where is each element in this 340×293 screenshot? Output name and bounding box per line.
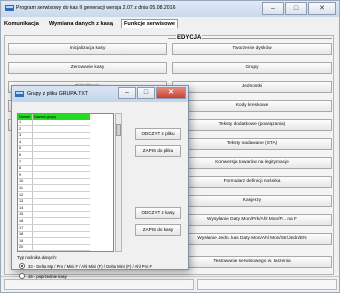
scrollbar-thumb[interactable]	[116, 124, 121, 136]
maximize-button[interactable]: □	[285, 2, 307, 15]
close-button[interactable]: ✕	[308, 2, 336, 15]
table-row[interactable]: 1	[18, 120, 90, 126]
row-number: 5	[19, 146, 22, 151]
table-row[interactable]: 19	[18, 239, 90, 245]
dialog-close-button[interactable]: ✕	[156, 87, 186, 99]
menu-wymiana-danych[interactable]: Wymiana danych z kasą	[49, 21, 113, 27]
row-number: 2	[19, 126, 22, 131]
zerowanie-button[interactable]: Zerowanie kasy	[8, 62, 167, 74]
status-cell-2	[197, 279, 337, 290]
table-row[interactable]: 3	[18, 133, 90, 140]
table-row[interactable]: 13	[18, 199, 90, 206]
menu-komunikacja[interactable]: Komunikacja	[4, 21, 39, 27]
kasjerzy-button[interactable]: Kasjerzy	[172, 195, 332, 207]
table-row[interactable]: 14	[18, 206, 90, 212]
table-row[interactable]: 9	[18, 173, 90, 179]
zapis-do-kasy-button[interactable]: ZAPIS do kasy	[135, 224, 181, 236]
zapis-do-pliku-button[interactable]: ZAPIS do pliku	[135, 145, 181, 157]
row-number: 3	[19, 133, 22, 138]
testowanie-button[interactable]: Testowanie serwisowego w. tarzenia	[172, 256, 332, 268]
minimize-button[interactable]: –	[262, 2, 284, 15]
status-cell-1	[4, 279, 194, 290]
table-row[interactable]: 7	[18, 160, 90, 166]
row-number: 11	[19, 186, 23, 190]
row-number: 17	[19, 225, 24, 230]
row-number: 15	[19, 212, 24, 217]
row-number: 16	[19, 219, 24, 223]
table-row[interactable]: 5	[18, 146, 90, 153]
row-number: 12	[19, 192, 24, 197]
table-row[interactable]: 18	[18, 232, 90, 239]
table-row[interactable]: 2	[18, 127, 90, 133]
teksty-nadawane-button[interactable]: Teksty nadawane (STA)	[172, 138, 332, 150]
formularz-button[interactable]: Formularz definicji nośnika	[172, 176, 332, 188]
wyslanie-jedn-button[interactable]: Wysłanie Jedn. kas Daty Mon/Ahl Mon/Str/…	[172, 233, 332, 245]
row-number: 18	[19, 232, 24, 237]
dialog-app-icon	[15, 91, 24, 97]
row-number: 10	[19, 179, 24, 184]
row-number: 6	[19, 153, 22, 157]
dialog-minimize-button[interactable]: –	[118, 87, 136, 99]
dialog-maximize-button[interactable]: □	[137, 87, 155, 99]
table-row[interactable]: 8	[18, 166, 90, 173]
row-number: 20	[19, 245, 24, 250]
type-33-label: 33 - Delta Mp / Pro / Mini F / Ahl Mini …	[28, 264, 153, 269]
row-number: 19	[19, 238, 24, 243]
table-row[interactable]: 11	[18, 186, 90, 192]
row-number: 8	[19, 166, 22, 171]
table-row[interactable]: 10	[18, 179, 90, 186]
row-number: 9	[19, 172, 22, 177]
table-row[interactable]: 15	[18, 212, 90, 219]
window-title: Program serwisowy do kas II generacji we…	[16, 5, 176, 11]
row-number: 13	[19, 199, 24, 204]
type-label: Typ nośnika danych:	[17, 255, 58, 260]
type-16-radio[interactable]	[19, 273, 25, 279]
table-row[interactable]: 6	[18, 153, 90, 159]
row-number: 7	[19, 159, 22, 164]
row-number: 4	[19, 139, 22, 144]
wysylanie-daty-button[interactable]: Wysyłanie Daty Mon/Prk/Ahl Mon/P... na F	[172, 214, 332, 226]
groupbox-title: EDYCJA	[176, 35, 203, 41]
row-number: 14	[19, 205, 24, 210]
row-number: 1	[19, 120, 22, 124]
app-icon	[5, 5, 14, 11]
table-row[interactable]: 16	[18, 219, 90, 225]
inicjalizacja-button[interactable]: Inicjalizacja kasy	[8, 43, 167, 55]
tworzenie-dyskow-button[interactable]: Tworzenie dysków	[172, 43, 332, 55]
type-33-radio[interactable]	[19, 263, 25, 269]
grupy-button[interactable]: Grupy	[172, 62, 332, 74]
table-row[interactable]: 4	[18, 140, 90, 146]
konwersja-button[interactable]: Konwersja towarów na legitymacje	[172, 157, 332, 169]
table-row[interactable]: 17	[18, 226, 90, 232]
kody-kreskowe-button[interactable]: Kody kreskowe	[172, 100, 332, 112]
odczyt-z-kasy-button[interactable]: ODCZYT z kasy	[135, 207, 181, 219]
jednostki-button[interactable]: Jednostki	[172, 81, 332, 93]
table-row[interactable]: 12	[18, 193, 90, 199]
teksty-dodatkowe-button[interactable]: Teksty dodatkowe (powiązania)	[172, 119, 332, 131]
odczyt-z-pliku-button[interactable]: ODCZYT z pliku	[135, 128, 181, 140]
dialog-title: Grupy z pliku GRUPA.TXT	[27, 91, 89, 97]
table-row[interactable]: 20	[18, 245, 90, 252]
menu-funkcje-serwisowe[interactable]: Funkcje serwisowe	[121, 19, 178, 28]
type-16-label: 16 - poprzednie kasy	[28, 274, 67, 279]
